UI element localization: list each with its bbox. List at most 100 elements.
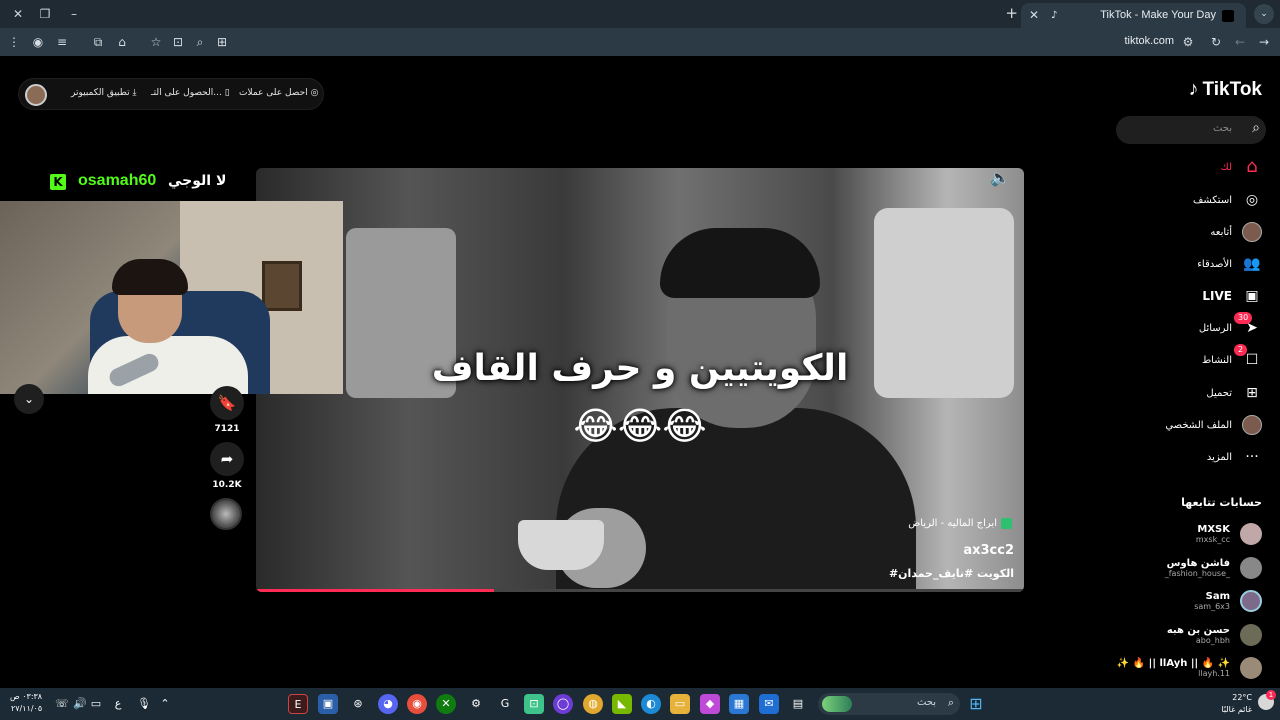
video-player[interactable]: الكويتيين و حرف القاف 😂😂😂 🔈 ابراج المالي… [256,168,1024,592]
chevron-up-icon[interactable]: ⌃ [155,694,175,714]
bookmark-icon[interactable]: 🔖 [210,386,244,420]
account-avatar [1240,624,1262,646]
account-name: MXSK [1197,524,1230,535]
zoom-icon[interactable]: ⌕ [192,34,208,50]
taskbar-search-input[interactable]: بحث ⌕ [818,693,960,715]
nav-item-following[interactable]: أتابعه [1210,221,1262,243]
tiktok-page: تطبيق الكمبيوتر ⤓ الحصول على التـ... ▯ ا… [0,56,1280,688]
get-coins-button[interactable]: احصل على عملات ◎ [239,88,318,98]
account-username: _fashion_house_ [1164,569,1230,578]
avatar[interactable] [25,84,47,106]
video-description[interactable]: #الكويت #نايف_حمدان [889,567,1014,580]
reload-icon[interactable]: ↻ [1208,34,1224,50]
chevron-down-icon[interactable]: ⌄ [14,384,44,414]
minimize-window-icon[interactable]: – [66,6,82,22]
app-g-icon[interactable]: G [495,694,515,714]
nav-label-foryou: لك [1220,161,1232,173]
friends-icon: 👥 [1243,256,1261,272]
clock[interactable]: ٠٣:٣٨ ص ٢٧/١١/٠٥ [10,691,42,715]
nvidia-icon[interactable]: ◣ [612,694,632,714]
extensions-icon[interactable]: ⧉ [90,34,106,50]
file-explorer-icon[interactable]: ▭ [670,694,690,714]
nav-item-live[interactable]: LIVE ▣ [1202,285,1262,307]
tiktok-logo[interactable]: ♪ TikTok [1189,78,1262,101]
nav-item-more[interactable]: المزيد ··· [1207,446,1262,468]
music-disc-icon[interactable] [210,498,242,530]
windows-start-icon[interactable]: ⊞ [966,694,986,714]
nav-item-upload[interactable]: تحميل ⊞ [1206,382,1262,404]
list-item[interactable]: فاشن هاوس _fashion_house_ [1165,554,1262,582]
activity-badge: 2 [1234,344,1248,356]
cast-icon[interactable]: ⊞ [214,34,230,50]
app-purple-icon[interactable]: ◯ [553,694,573,714]
bookmark-star-icon[interactable]: ☆ [148,34,164,50]
video-progress-bar[interactable] [256,589,1024,592]
window-app-icon[interactable]: ▣ [318,694,338,714]
nav-item-activity[interactable]: النشاط ☐ 2 [1202,344,1262,371]
reading-list-icon[interactable]: ≡ [54,34,70,50]
nav-item-profile[interactable]: الملف الشخصي [1165,414,1262,436]
edge-icon[interactable]: ◐ [641,694,661,714]
microphone-icon[interactable]: 🎙 [134,694,154,714]
account-name: ✨ 🔥 || llAyh || 🔥 ✨ [1116,658,1230,669]
address-bar: ⋮ ◉ ≡ ⧉ ⌂ ☆ ⊡ ⌕ ⊞ tiktok.com ⚙ ↻ ← → [0,28,1280,56]
search-input[interactable]: بحث ⌕ [1116,116,1266,144]
tab-title: TikTok - Make Your Day [1100,9,1216,21]
video-caption: الكويتيين و حرف القاف [431,348,849,389]
share-icon[interactable]: ➦ [210,442,244,476]
list-item[interactable]: ✨ 🔥 || llAyh || 🔥 ✨ llayh.11 [1117,654,1262,682]
list-item[interactable]: Sam sam_6x3 [1194,587,1262,615]
get-app-button[interactable]: الحصول على التـ... ▯ [151,88,230,98]
video-author[interactable]: ax3cc2 [963,543,1014,558]
save-action[interactable]: 🔖 7121 [210,386,244,434]
list-item[interactable]: MXSK mxsk_cc [1196,520,1262,548]
xbox-icon[interactable]: ✕ [436,694,456,714]
steam-icon[interactable]: ⊛ [348,694,368,714]
epic-games-icon[interactable]: E [288,694,308,714]
app-red-icon[interactable]: ◉ [407,694,427,714]
account-username: mxsk_cc [1195,535,1230,544]
translate-icon[interactable]: ⌂ [114,34,130,50]
discord-icon[interactable]: ◕ [378,694,398,714]
battery-icon[interactable]: ▭ [86,694,106,714]
back-icon[interactable]: ← [1232,34,1248,50]
profile-icon[interactable]: ◉ [30,34,46,50]
task-view-icon[interactable]: ▤ [788,694,808,714]
tab-search-icon[interactable]: ⌄ [1254,4,1274,24]
desktop-app-button[interactable]: تطبيق الكمبيوتر ⤓ [71,88,137,98]
app-gear-icon[interactable]: ⚙ [466,694,486,714]
language-indicator[interactable]: ع [108,694,128,714]
menu-icon[interactable]: ⋮ [6,34,22,50]
nav-item-friends[interactable]: الأصدقاء 👥 [1197,253,1262,275]
search-icon[interactable]: ⌕ [1252,120,1260,136]
screenshot-icon[interactable]: ⊡ [170,34,186,50]
app-green-icon[interactable]: ⊡ [524,694,544,714]
tab-tiktok[interactable]: ✕ ♪ TikTok - Make Your Day [1021,3,1246,28]
volume-icon[interactable]: 🔈 [990,168,1010,187]
outlook-icon[interactable]: ✉ [759,694,779,714]
nav-item-foryou[interactable]: لك ⌂ [1221,156,1262,178]
save-count: 7121 [214,424,240,434]
restore-window-icon[interactable]: ❐ [37,6,53,22]
nav-label-friends: الأصدقاء [1197,258,1232,270]
phone-icon: ▯ [224,88,230,98]
nav-item-messages[interactable]: الرسائل ➤ 30 [1199,312,1262,339]
forward-icon[interactable]: → [1256,34,1272,50]
tiktok-small-icon: ♪ [1051,10,1058,21]
account-avatar [1240,523,1262,545]
store-icon[interactable]: ▦ [729,694,749,714]
tab-close-icon[interactable]: ✕ [1029,8,1039,22]
url-text[interactable]: tiktok.com [1124,35,1174,47]
weather-widget[interactable]: 22°C غائم غالبًا [1221,692,1252,716]
nav-item-explore[interactable]: استكشف ◎ [1193,189,1262,211]
site-settings-icon[interactable]: ⚙ [1180,34,1196,50]
copilot-icon[interactable]: ◆ [700,694,720,714]
new-tab-button[interactable]: + [1005,4,1018,22]
list-item[interactable]: حسن بن هبه abo_hbh [1167,621,1262,649]
close-window-icon[interactable]: ✕ [10,6,26,22]
notification-icon[interactable]: ☏ [52,694,72,714]
account-username: abo_hbh [1195,636,1230,645]
share-action[interactable]: ➦ 10.2K [210,442,244,490]
chrome-icon[interactable]: ◍ [583,694,603,714]
video-location[interactable]: ابراج الماليه - الرياض [908,518,1012,529]
